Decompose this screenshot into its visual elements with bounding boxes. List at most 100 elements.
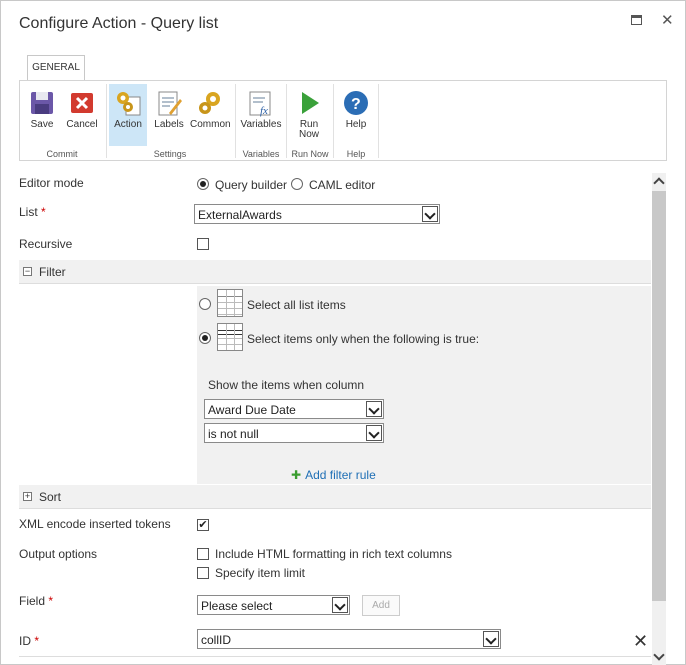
svg-text:?: ?	[351, 96, 361, 113]
table-icon	[217, 289, 243, 317]
remove-icon[interactable]: ✕	[633, 631, 648, 652]
list-label-text: List	[19, 205, 38, 219]
svg-text:fx: fx	[260, 105, 268, 117]
run-now-button[interactable]: Run Now	[290, 84, 328, 146]
group-commit: Commit	[46, 149, 78, 159]
group-variables: Variables	[242, 149, 280, 159]
scroll-up-icon[interactable]	[653, 177, 665, 189]
required-marker: *	[48, 594, 54, 608]
operator-select-value: is not null	[208, 427, 259, 441]
run-now-label-line2: Now	[298, 129, 319, 140]
function-fx-icon: fx	[247, 89, 275, 117]
xml-encode-label: XML encode inserted tokens	[19, 517, 171, 531]
xml-encode-checkbox[interactable]: ✔	[197, 519, 209, 531]
gears-icon	[196, 89, 224, 117]
action-label: Action	[114, 119, 142, 130]
field-select-value: Please select	[201, 599, 273, 613]
add-filter-rule-link[interactable]: ✚ Add filter rule	[291, 468, 376, 482]
list-select-value: ExternalAwards	[198, 208, 282, 222]
field-label-text: Field	[19, 594, 46, 608]
caml-editor-label: CAML editor	[309, 178, 376, 192]
select-some-radio[interactable]	[199, 332, 211, 344]
column-select[interactable]: Award Due Date	[204, 399, 384, 419]
filter-title: Filter	[39, 265, 66, 279]
filter-section-header[interactable]: − Filter	[19, 260, 651, 284]
separator	[235, 84, 236, 158]
column-select-value: Award Due Date	[208, 403, 296, 417]
dialog-title: Configure Action - Query list	[19, 15, 219, 32]
divider	[19, 656, 651, 657]
select-some-label: Select items only when the following is …	[247, 332, 480, 346]
list-select[interactable]: ExternalAwards	[194, 204, 440, 224]
scrollbar-thumb[interactable]	[652, 191, 666, 601]
separator	[333, 84, 334, 158]
group-settings: Settings	[153, 149, 187, 159]
recursive-checkbox[interactable]	[197, 238, 209, 250]
id-label-text: ID	[19, 634, 31, 648]
include-html-label: Include HTML formatting in rich text col…	[215, 547, 452, 561]
separator	[106, 84, 107, 158]
group-help: Help	[346, 149, 366, 159]
common-label: Common	[190, 119, 231, 130]
document-pencil-icon	[155, 89, 183, 117]
cancel-x-icon	[68, 89, 96, 117]
select-all-radio[interactable]	[199, 298, 211, 310]
add-field-button[interactable]: Add	[362, 595, 400, 616]
field-select[interactable]: Please select	[197, 595, 350, 615]
common-button[interactable]: Common	[190, 84, 231, 146]
help-button[interactable]: ? Help	[338, 84, 374, 146]
cancel-button[interactable]: Cancel	[64, 84, 100, 146]
labels-button[interactable]: Labels	[151, 84, 187, 146]
chevron-down-icon[interactable]	[332, 597, 348, 613]
configure-action-dialog: Configure Action - Query list ✕ GENERAL …	[0, 0, 686, 665]
scroll-down-icon[interactable]	[653, 649, 665, 661]
query-builder-radio[interactable]	[197, 178, 209, 190]
expand-icon[interactable]: +	[23, 492, 32, 501]
save-button[interactable]: Save	[24, 84, 60, 146]
include-html-checkbox[interactable]	[197, 548, 209, 560]
vertical-scrollbar[interactable]	[652, 173, 666, 665]
sort-section-header[interactable]: + Sort	[19, 485, 651, 509]
query-builder-label: Query builder	[215, 178, 288, 192]
labels-label: Labels	[154, 119, 184, 130]
play-icon	[295, 89, 323, 117]
item-limit-label: Specify item limit	[215, 566, 306, 580]
gears-document-icon	[114, 89, 142, 117]
show-items-label: Show the items when column	[208, 378, 365, 392]
collapse-icon[interactable]: −	[23, 267, 32, 276]
editor-mode-label: Editor mode	[19, 176, 84, 190]
id-label: ID *	[19, 634, 39, 648]
required-marker: *	[41, 205, 46, 219]
help-question-icon: ?	[342, 89, 370, 117]
separator	[286, 84, 287, 158]
select-all-label: Select all list items	[247, 298, 346, 312]
operator-select[interactable]: is not null	[204, 423, 384, 443]
variables-button[interactable]: fx Variables	[238, 84, 284, 146]
close-icon[interactable]: ✕	[661, 11, 674, 29]
floppy-disk-icon	[28, 89, 56, 117]
plus-icon: ✚	[291, 468, 302, 482]
caml-editor-radio[interactable]	[291, 178, 303, 190]
filtered-table-icon	[217, 323, 243, 351]
id-select[interactable]: collID	[197, 629, 501, 649]
id-select-value: collID	[201, 633, 232, 647]
required-marker: *	[34, 634, 40, 648]
chevron-down-icon[interactable]	[422, 206, 438, 222]
chevron-down-icon[interactable]	[483, 631, 499, 647]
chevron-down-icon[interactable]	[366, 401, 382, 417]
maximize-icon[interactable]	[631, 15, 642, 25]
item-limit-checkbox[interactable]	[197, 567, 209, 579]
help-label: Help	[345, 119, 367, 130]
separator	[378, 84, 379, 158]
action-button[interactable]: Action	[109, 84, 147, 146]
ribbon: Save Cancel Action Labels Common fx Vari…	[19, 80, 667, 161]
field-label: Field *	[19, 594, 53, 608]
add-filter-rule-label: Add filter rule	[305, 468, 376, 482]
tab-general[interactable]: GENERAL	[27, 55, 85, 81]
chevron-down-icon[interactable]	[366, 425, 382, 441]
output-options-label: Output options	[19, 547, 98, 561]
sort-title: Sort	[39, 490, 62, 504]
cancel-label: Cancel	[66, 119, 98, 130]
list-label: List *	[19, 205, 46, 219]
variables-label: Variables	[240, 119, 282, 130]
